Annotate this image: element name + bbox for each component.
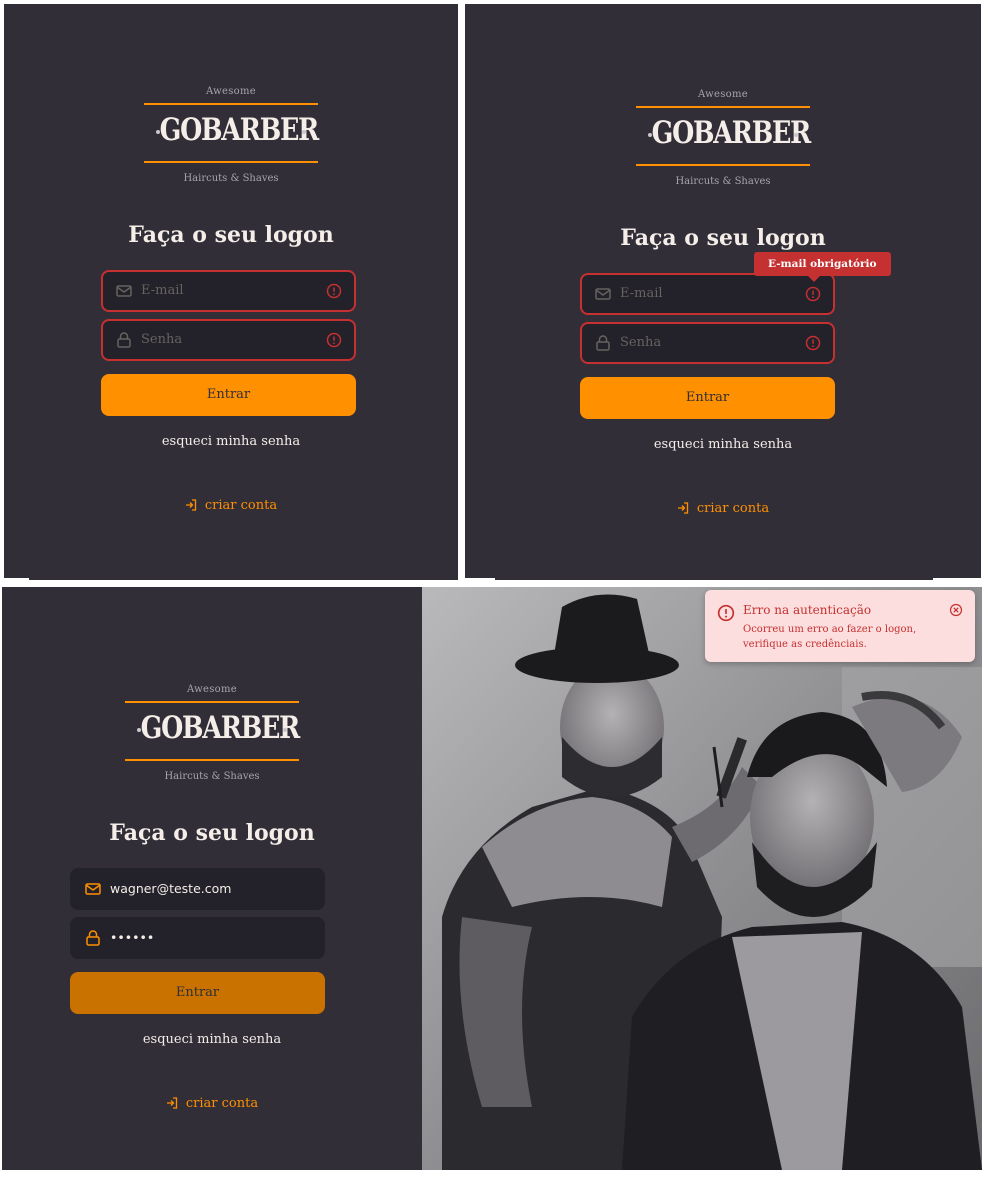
logo-rule-bottom [636, 164, 810, 166]
logo-tagline-top: Awesome [187, 684, 237, 695]
log-in-icon [677, 502, 689, 514]
logo-dot-right [302, 130, 306, 134]
create-account-link[interactable]: criar conta [2, 1096, 422, 1111]
password-placeholder: Senha [620, 335, 662, 350]
alert-circle-icon [326, 332, 342, 348]
toast-title: Erro na autenticação [743, 603, 872, 617]
create-account-label: criar conta [696, 501, 770, 516]
logo-tagline-top: Awesome [206, 86, 256, 97]
logo-rule-bottom [144, 161, 318, 163]
panel-edge [933, 578, 981, 582]
login-screen-filled: Awesome GOBARBER Haircuts & Shaves Faça … [2, 587, 422, 1170]
forgot-password-link[interactable]: esqueci minha senha [2, 1032, 422, 1047]
password-value: •••••• [110, 930, 155, 945]
password-field[interactable]: Senha [580, 322, 835, 364]
close-circle-icon[interactable] [949, 603, 963, 617]
submit-button[interactable]: Entrar [70, 972, 325, 1014]
alert-circle-icon [717, 604, 735, 622]
password-placeholder: Senha [141, 332, 183, 347]
barber-background-image [422, 587, 982, 1170]
logo-dot-right [794, 133, 798, 137]
create-account-link[interactable]: criar conta [465, 501, 981, 516]
submit-button[interactable]: Entrar [101, 374, 356, 416]
alert-circle-icon [326, 283, 342, 299]
gobarber-logo: Awesome GOBARBER Haircuts & Shaves [2, 684, 422, 782]
email-value: wagner@teste.com [110, 881, 232, 896]
page-title: Faça o seu logon [128, 222, 334, 248]
toast-message: Ocorreu um erro ao fazer o logon, verifi… [743, 624, 917, 650]
error-toast: Erro na autenticação Ocorreu um erro ao … [705, 590, 975, 662]
logo-tagline-top: Awesome [698, 89, 748, 100]
lock-icon [86, 930, 100, 946]
lock-icon [117, 332, 131, 348]
lock-icon [596, 335, 610, 351]
create-account-label: criar conta [185, 1096, 259, 1111]
forgot-password-link[interactable]: esqueci minha senha [465, 437, 981, 452]
page-title: Faça o seu logon [620, 225, 826, 251]
log-in-icon [166, 1097, 178, 1109]
create-account-label: criar conta [204, 498, 278, 513]
password-field[interactable]: Senha [101, 319, 356, 361]
email-field[interactable]: E-mail [101, 270, 356, 312]
logo-wordmark: GOBARBER [140, 710, 301, 746]
mail-icon [116, 285, 132, 297]
gobarber-logo: Awesome GOBARBER Haircuts & Shaves [465, 89, 981, 187]
alert-circle-icon [805, 335, 821, 351]
alert-circle-icon[interactable] [805, 286, 821, 302]
logo-rule-bottom [125, 759, 299, 761]
logo-tagline-bottom: Haircuts & Shaves [675, 176, 771, 187]
page-title: Faça o seu logon [109, 820, 315, 846]
gobarber-logo: Awesome GOBARBER Haircuts & Shaves [4, 86, 458, 184]
password-field[interactable]: •••••• [70, 917, 325, 959]
email-field[interactable]: E-mail [580, 273, 835, 315]
email-placeholder: E-mail [141, 283, 184, 298]
mail-icon [85, 883, 101, 895]
logo-wordmark: GOBARBER [159, 112, 320, 148]
create-account-link[interactable]: criar conta [4, 498, 458, 513]
login-screen-validation: Awesome GOBARBER Haircuts & Shaves Faça … [465, 4, 981, 580]
email-placeholder: E-mail [620, 286, 663, 301]
log-in-icon [185, 499, 197, 511]
email-field[interactable]: wagner@teste.com [70, 868, 325, 910]
panel-edge [4, 578, 29, 582]
logo-dot-right [283, 728, 287, 732]
submit-button[interactable]: Entrar [580, 377, 835, 419]
panel-edge [465, 578, 495, 582]
forgot-password-link[interactable]: esqueci minha senha [4, 434, 458, 449]
login-screen-empty: Awesome GOBARBER Haircuts & Shaves Faça … [4, 4, 458, 580]
logo-tagline-bottom: Haircuts & Shaves [183, 173, 279, 184]
logo-tagline-bottom: Haircuts & Shaves [164, 771, 260, 782]
mail-icon [595, 288, 611, 300]
logo-wordmark: GOBARBER [651, 115, 812, 151]
error-tooltip: E-mail obrigatório [754, 252, 891, 282]
